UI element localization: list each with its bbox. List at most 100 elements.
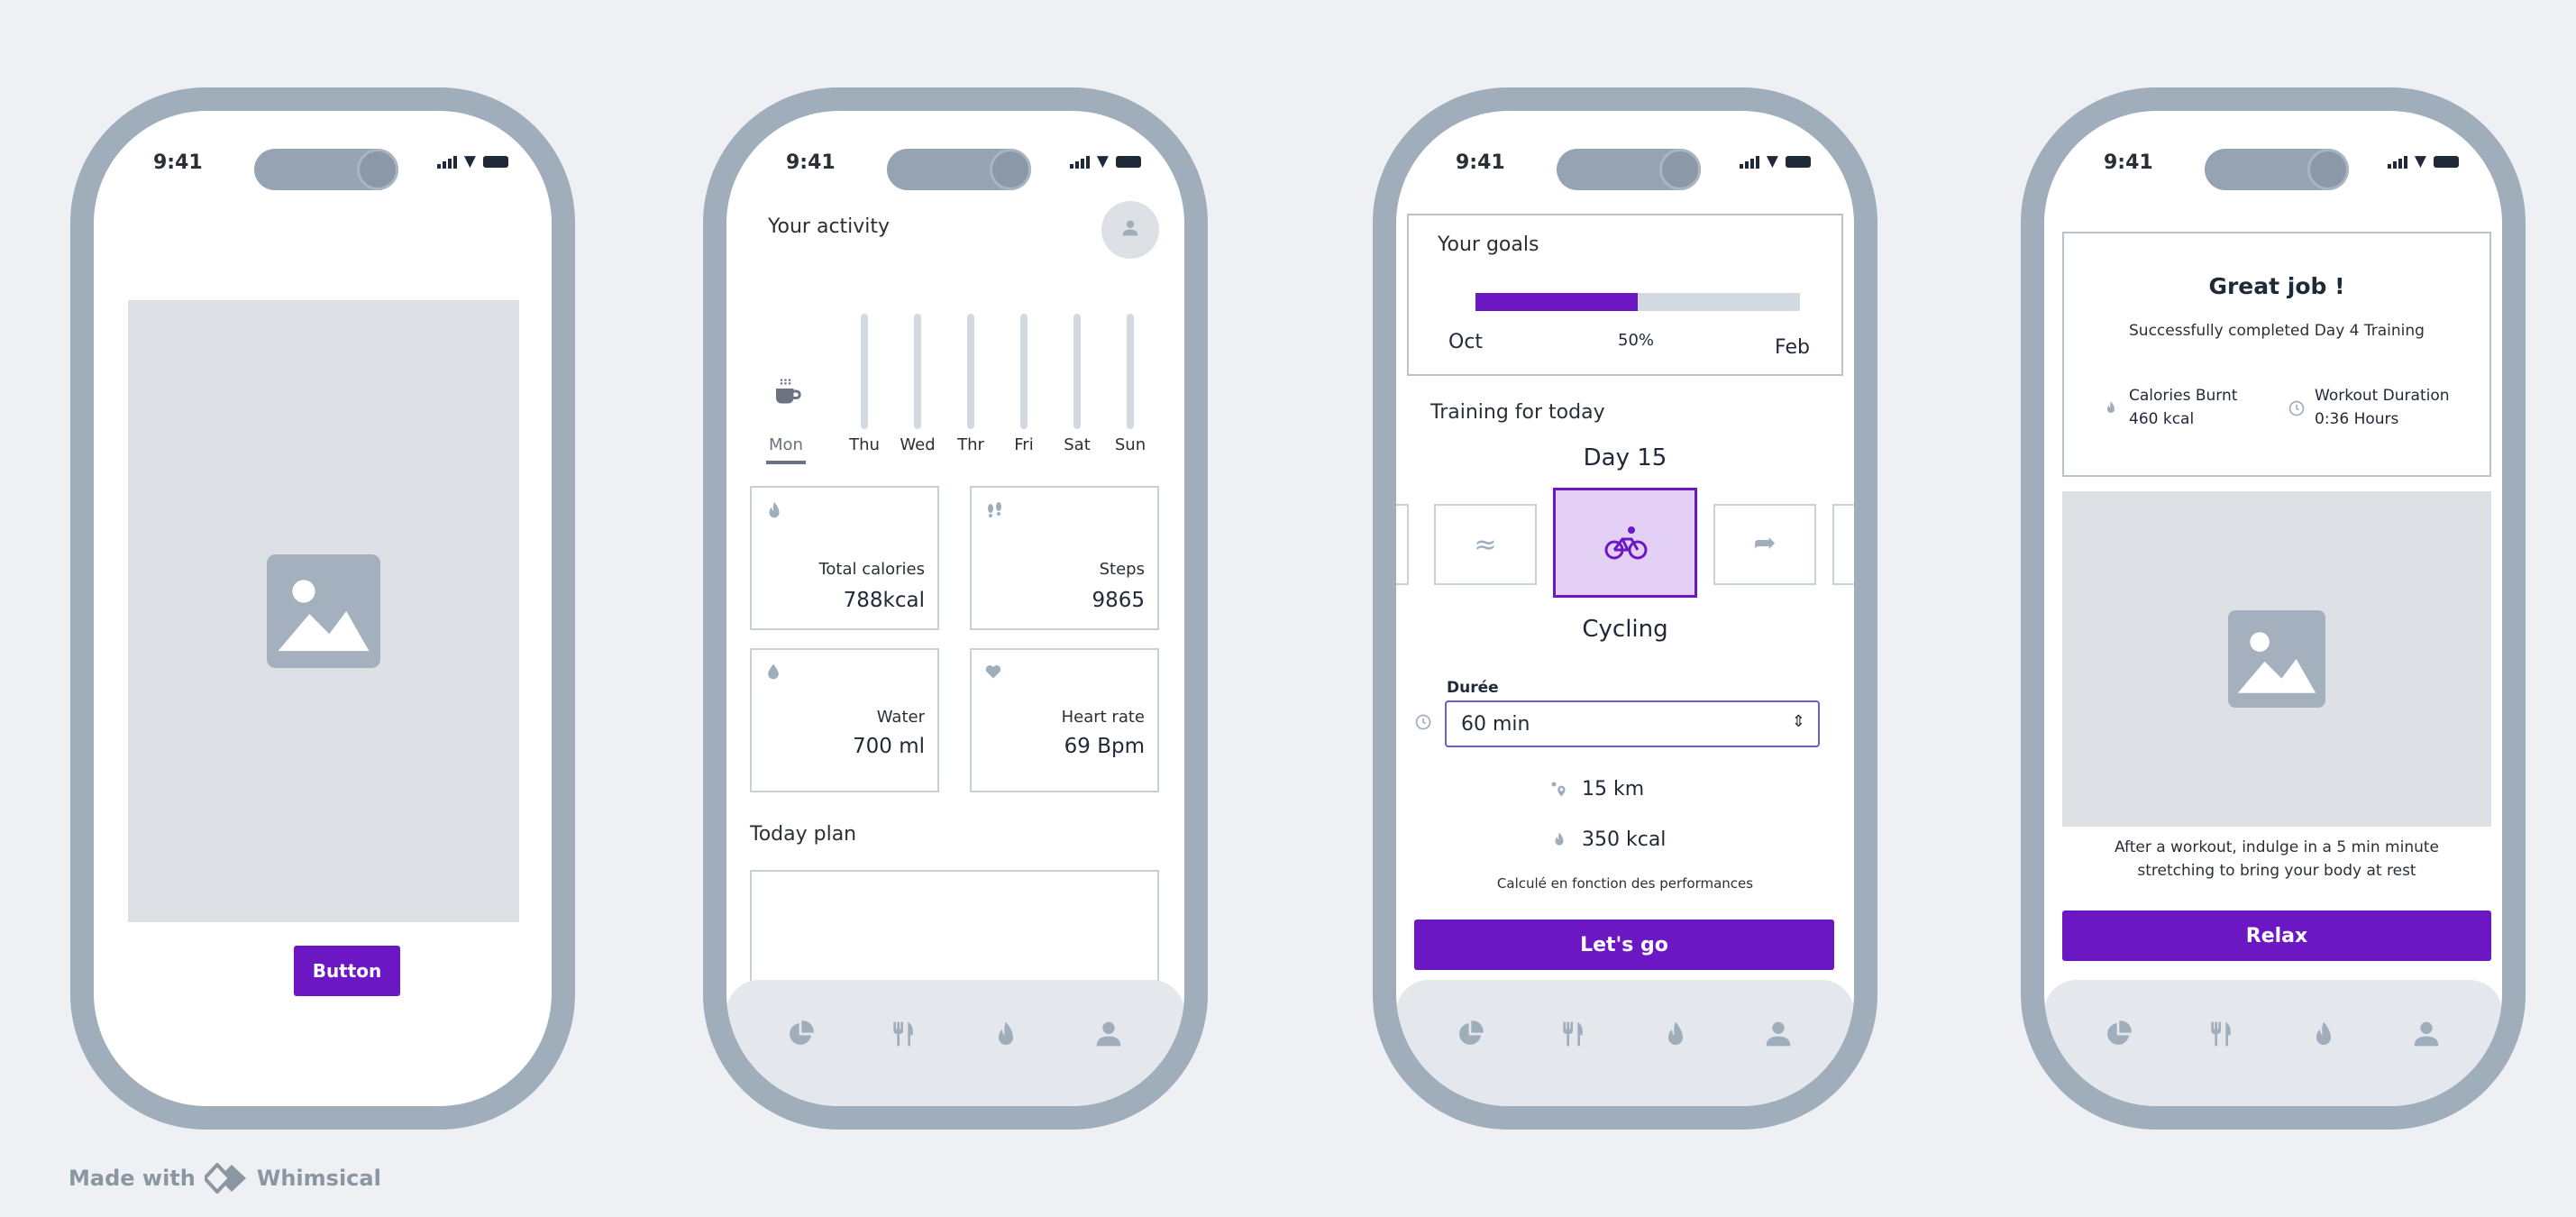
card-steps[interactable]: Steps 9865 [970, 486, 1159, 630]
screen-completed: 9:41 ▼ Great job ! Successfully complete… [2044, 111, 2502, 1106]
bottom-tab-bar [2044, 980, 2502, 1106]
goal-start-label: Oct [1448, 331, 1484, 353]
day-tab-fri[interactable]: Fri [1006, 435, 1042, 454]
duration-value: 60 min [1461, 713, 1530, 736]
card-value: 9865 [1092, 589, 1145, 612]
summary-box: Great job ! Successfully completed Day 4… [2062, 232, 2491, 477]
activity-tile-next-edge[interactable] [1832, 504, 1854, 585]
coffee-cup-icon [771, 375, 803, 407]
status-icons: ▼ [1739, 152, 1811, 170]
fork-knife-icon[interactable] [889, 1020, 918, 1048]
flame-icon [1551, 830, 1567, 848]
flame-icon[interactable] [2309, 1020, 2338, 1048]
status-icons: ▼ [1069, 154, 1141, 169]
summary-title: Great job ! [2208, 273, 2345, 299]
calories-burnt-label: Calories Burnt [2129, 387, 2238, 405]
signal-icon [2387, 154, 2407, 169]
bottom-tab-bar [726, 980, 1184, 1106]
profile-icon[interactable] [1764, 1020, 1793, 1048]
goal-progress-track [1475, 293, 1800, 311]
hero-image-placeholder [128, 300, 519, 922]
whimsical-brand-text: Whimsical [256, 1166, 381, 1191]
day-tab-sun[interactable]: Sun [1112, 435, 1148, 454]
day-tab-wed[interactable]: Wed [900, 435, 936, 454]
dynamic-island [254, 149, 398, 190]
pie-chart-icon[interactable] [1456, 1020, 1484, 1048]
image-icon [2228, 610, 2325, 708]
card-value: 69 Bpm [1064, 735, 1145, 758]
status-time: 9:41 [1456, 151, 1505, 174]
profile-icon[interactable] [2412, 1020, 2441, 1048]
fork-knife-icon[interactable] [2206, 1020, 2235, 1048]
goals-box: Your goals Oct 50% Feb [1407, 214, 1843, 376]
wifi-icon: ▼ [2414, 152, 2426, 170]
activity-tile-running[interactable]: ➦ [1713, 504, 1816, 585]
status-time: 9:41 [2104, 151, 2153, 174]
goals-title: Your goals [1438, 233, 1539, 256]
day-bar-thr [967, 314, 974, 429]
distance-value: 15 km [1582, 778, 1645, 801]
pie-chart-icon[interactable] [786, 1020, 815, 1048]
phone-frame-splash: 9:41 ▼ Button [70, 87, 575, 1130]
card-total-calories[interactable]: Total calories 788kcal [750, 486, 939, 630]
wifi-icon: ▼ [1766, 152, 1778, 170]
fork-knife-icon[interactable] [1558, 1020, 1587, 1048]
relax-button[interactable]: Relax [2062, 910, 2491, 961]
signal-icon [1069, 154, 1090, 169]
activity-tile-cycling-selected[interactable] [1553, 488, 1697, 598]
profile-icon[interactable] [1094, 1020, 1123, 1048]
phone-frame-activity: 9:41 ▼ Your activity Mon Thu Wed Thr Fri… [703, 87, 1208, 1130]
activity-tile-swimming[interactable]: ≈ [1434, 504, 1537, 585]
goal-percent-label: 50% [1618, 331, 1655, 350]
day-tab-thu[interactable]: Thu [846, 435, 882, 454]
made-with-whimsical-badge[interactable]: Made with Whimsical [69, 1163, 381, 1194]
status-time: 9:41 [786, 151, 836, 174]
distance-pin-icon [1549, 780, 1567, 798]
flame-icon[interactable] [1661, 1020, 1690, 1048]
dynamic-island [887, 149, 1031, 190]
summary-subtitle: Successfully completed Day 4 Training [2129, 322, 2425, 340]
day-bar-sun [1127, 314, 1134, 429]
lets-go-button[interactable]: Let's go [1414, 920, 1834, 970]
day-tab-mon[interactable]: Mon [768, 435, 804, 454]
selected-day-underline [766, 461, 806, 464]
day-tab-thr[interactable]: Thr [953, 435, 989, 454]
status-icons: ▼ [436, 154, 508, 169]
made-with-text: Made with [69, 1166, 196, 1191]
stretch-message: After a workout, indulge in a 5 min minu… [2114, 838, 2440, 880]
duration-select[interactable]: 60 min ⇕ [1445, 700, 1820, 747]
goal-end-label: Feb [1775, 336, 1810, 359]
avatar[interactable] [1101, 201, 1159, 259]
primary-button[interactable]: Button [294, 946, 400, 996]
goal-progress-fill [1475, 293, 1638, 311]
card-value: 788kcal [843, 589, 925, 612]
bottom-tab-bar [1396, 980, 1854, 1106]
battery-icon [1786, 155, 1811, 168]
day-bar-fri [1020, 314, 1028, 429]
calculation-note: Calculé en fonction des performances [1496, 875, 1754, 892]
screen-splash: 9:41 ▼ Button [94, 111, 552, 1106]
flame-icon [764, 500, 784, 520]
flame-icon [2104, 399, 2118, 416]
heart-icon [984, 663, 1002, 681]
image-icon [267, 554, 380, 668]
training-day: Day 15 [1583, 444, 1667, 471]
dynamic-island [2205, 149, 2349, 190]
phone-frame-training: 9:41 ▼ Your goals Oct 50% Feb Training f… [1373, 87, 1877, 1130]
workout-duration-label: Workout Duration [2315, 387, 2450, 405]
card-water[interactable]: Water 700 ml [750, 648, 939, 792]
card-heart-rate[interactable]: Heart rate 69 Bpm [970, 648, 1159, 792]
phone-frame-completed: 9:41 ▼ Great job ! Successfully complete… [2021, 87, 2526, 1130]
activity-tile-prev-edge[interactable] [1396, 504, 1409, 585]
calories-value: 350 kcal [1582, 828, 1667, 851]
battery-icon [1116, 155, 1141, 168]
day-bar-sat [1073, 314, 1081, 429]
battery-icon [483, 155, 508, 168]
swimming-icon: ≈ [1474, 529, 1497, 561]
pie-chart-icon[interactable] [2104, 1020, 2133, 1048]
duration-label: Durée [1447, 679, 1499, 697]
training-title: Training for today [1430, 401, 1605, 424]
day-tab-sat[interactable]: Sat [1059, 435, 1095, 454]
flame-icon[interactable] [991, 1020, 1020, 1048]
day-bar-wed [914, 314, 921, 429]
